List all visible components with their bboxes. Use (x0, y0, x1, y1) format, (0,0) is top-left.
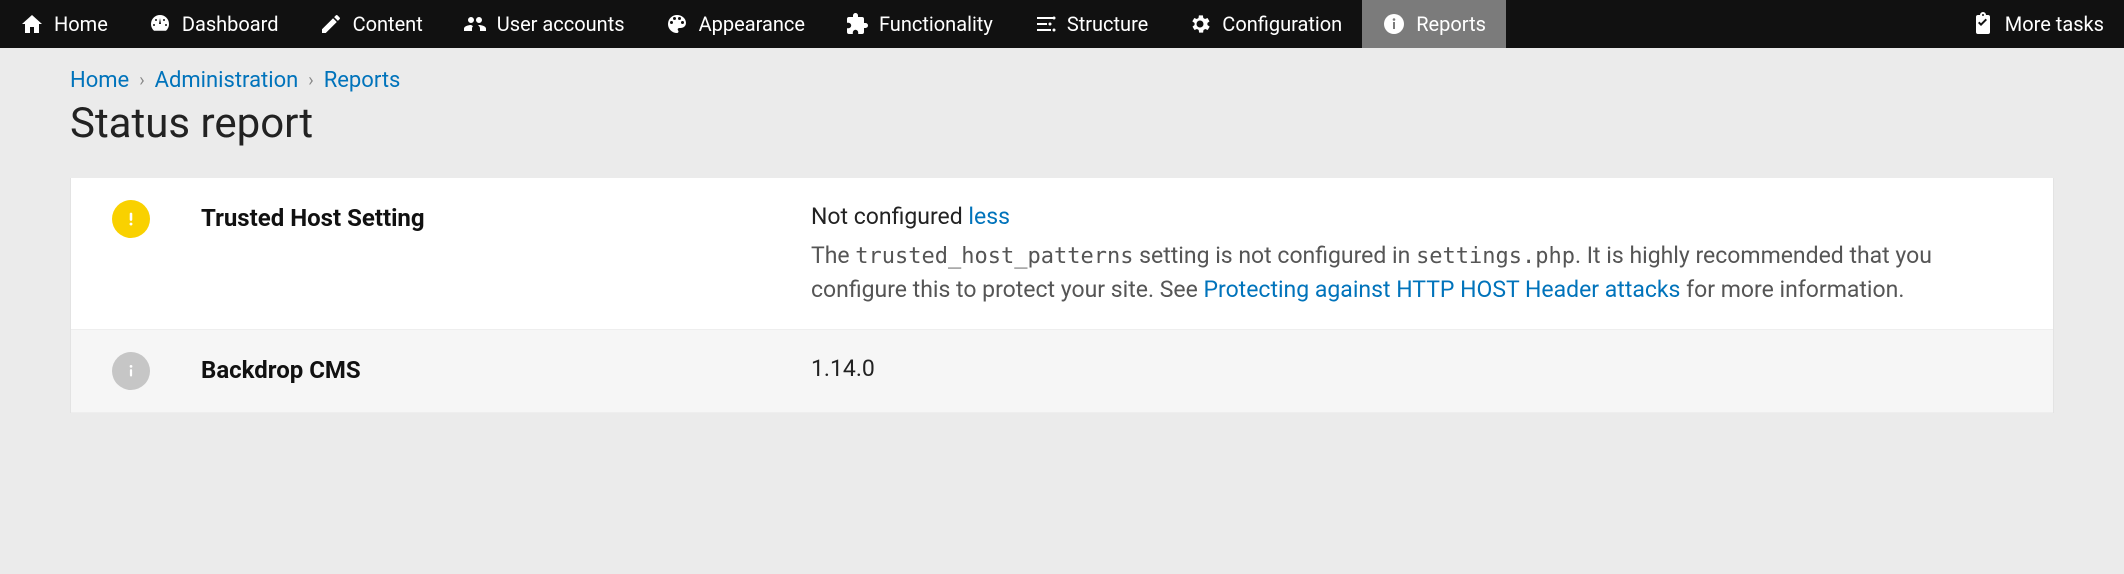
nav-structure[interactable]: Structure (1013, 0, 1168, 48)
status-table: Trusted Host Setting Not configured less… (70, 178, 2054, 413)
nav-label: Reports (1416, 12, 1486, 36)
page-title: Status report (70, 99, 2054, 148)
nav-label: Content (353, 12, 423, 36)
nav-appearance[interactable]: Appearance (645, 0, 825, 48)
nav-user-accounts[interactable]: User accounts (443, 0, 645, 48)
home-icon (20, 12, 44, 36)
nav-more-tasks[interactable]: More tasks (1951, 0, 2124, 48)
nav-label: Configuration (1222, 12, 1342, 36)
content: Trusted Host Setting Not configured less… (0, 178, 2124, 453)
gear-icon (1188, 12, 1212, 36)
nav-label: Appearance (699, 12, 805, 36)
nav-home[interactable]: Home (0, 0, 128, 48)
pencil-icon (319, 12, 343, 36)
status-value-text: Not configured (811, 203, 963, 230)
status-description: The trusted_host_patterns setting is not… (811, 239, 2023, 306)
users-icon (463, 12, 487, 36)
status-value: Not configured less The trusted_host_pat… (811, 200, 2023, 307)
status-label: Trusted Host Setting (201, 200, 771, 232)
info-icon (1382, 12, 1406, 36)
admin-bar-right: More tasks (1951, 0, 2124, 48)
help-link-host-header[interactable]: Protecting against HTTP HOST Header atta… (1203, 276, 1680, 303)
status-severity-icon (101, 200, 161, 238)
chevron-right-icon: › (308, 70, 313, 91)
breadcrumb-link-administration[interactable]: Administration (155, 68, 299, 93)
nav-label: User accounts (497, 12, 625, 36)
nav-reports[interactable]: Reports (1362, 0, 1506, 48)
code-settings-php: settings.php (1416, 244, 1575, 269)
toggle-details-link[interactable]: less (968, 203, 1010, 230)
status-row-backdrop-cms: Backdrop CMS 1.14.0 (71, 330, 2053, 413)
puzzle-icon (845, 12, 869, 36)
structure-icon (1033, 12, 1057, 36)
status-value-text: 1.14.0 (811, 355, 875, 382)
info-icon (112, 352, 150, 390)
nav-label: Functionality (879, 12, 993, 36)
nav-dashboard[interactable]: Dashboard (128, 0, 299, 48)
nav-label: Home (54, 12, 108, 36)
nav-content[interactable]: Content (299, 0, 443, 48)
dashboard-icon (148, 12, 172, 36)
nav-label: Dashboard (182, 12, 279, 36)
nav-functionality[interactable]: Functionality (825, 0, 1013, 48)
admin-bar-left: Home Dashboard Content User accounts App (0, 0, 1506, 48)
status-severity-icon (101, 352, 161, 390)
breadcrumb-link-home[interactable]: Home (70, 68, 129, 93)
admin-bar: Home Dashboard Content User accounts App (0, 0, 2124, 48)
breadcrumb-link-reports[interactable]: Reports (324, 68, 401, 93)
status-row-trusted-host: Trusted Host Setting Not configured less… (71, 178, 2053, 330)
clipboard-icon (1971, 12, 1995, 36)
nav-label: More tasks (2005, 12, 2104, 36)
breadcrumb: Home › Administration › Reports (70, 68, 2054, 93)
warning-icon (112, 200, 150, 238)
status-value: 1.14.0 (811, 352, 2023, 385)
palette-icon (665, 12, 689, 36)
chevron-right-icon: › (139, 70, 144, 91)
nav-configuration[interactable]: Configuration (1168, 0, 1362, 48)
status-label: Backdrop CMS (201, 352, 771, 384)
page-header: Home › Administration › Reports Status r… (0, 48, 2124, 178)
nav-label: Structure (1067, 12, 1148, 36)
code-trusted-host-patterns: trusted_host_patterns (855, 244, 1133, 269)
